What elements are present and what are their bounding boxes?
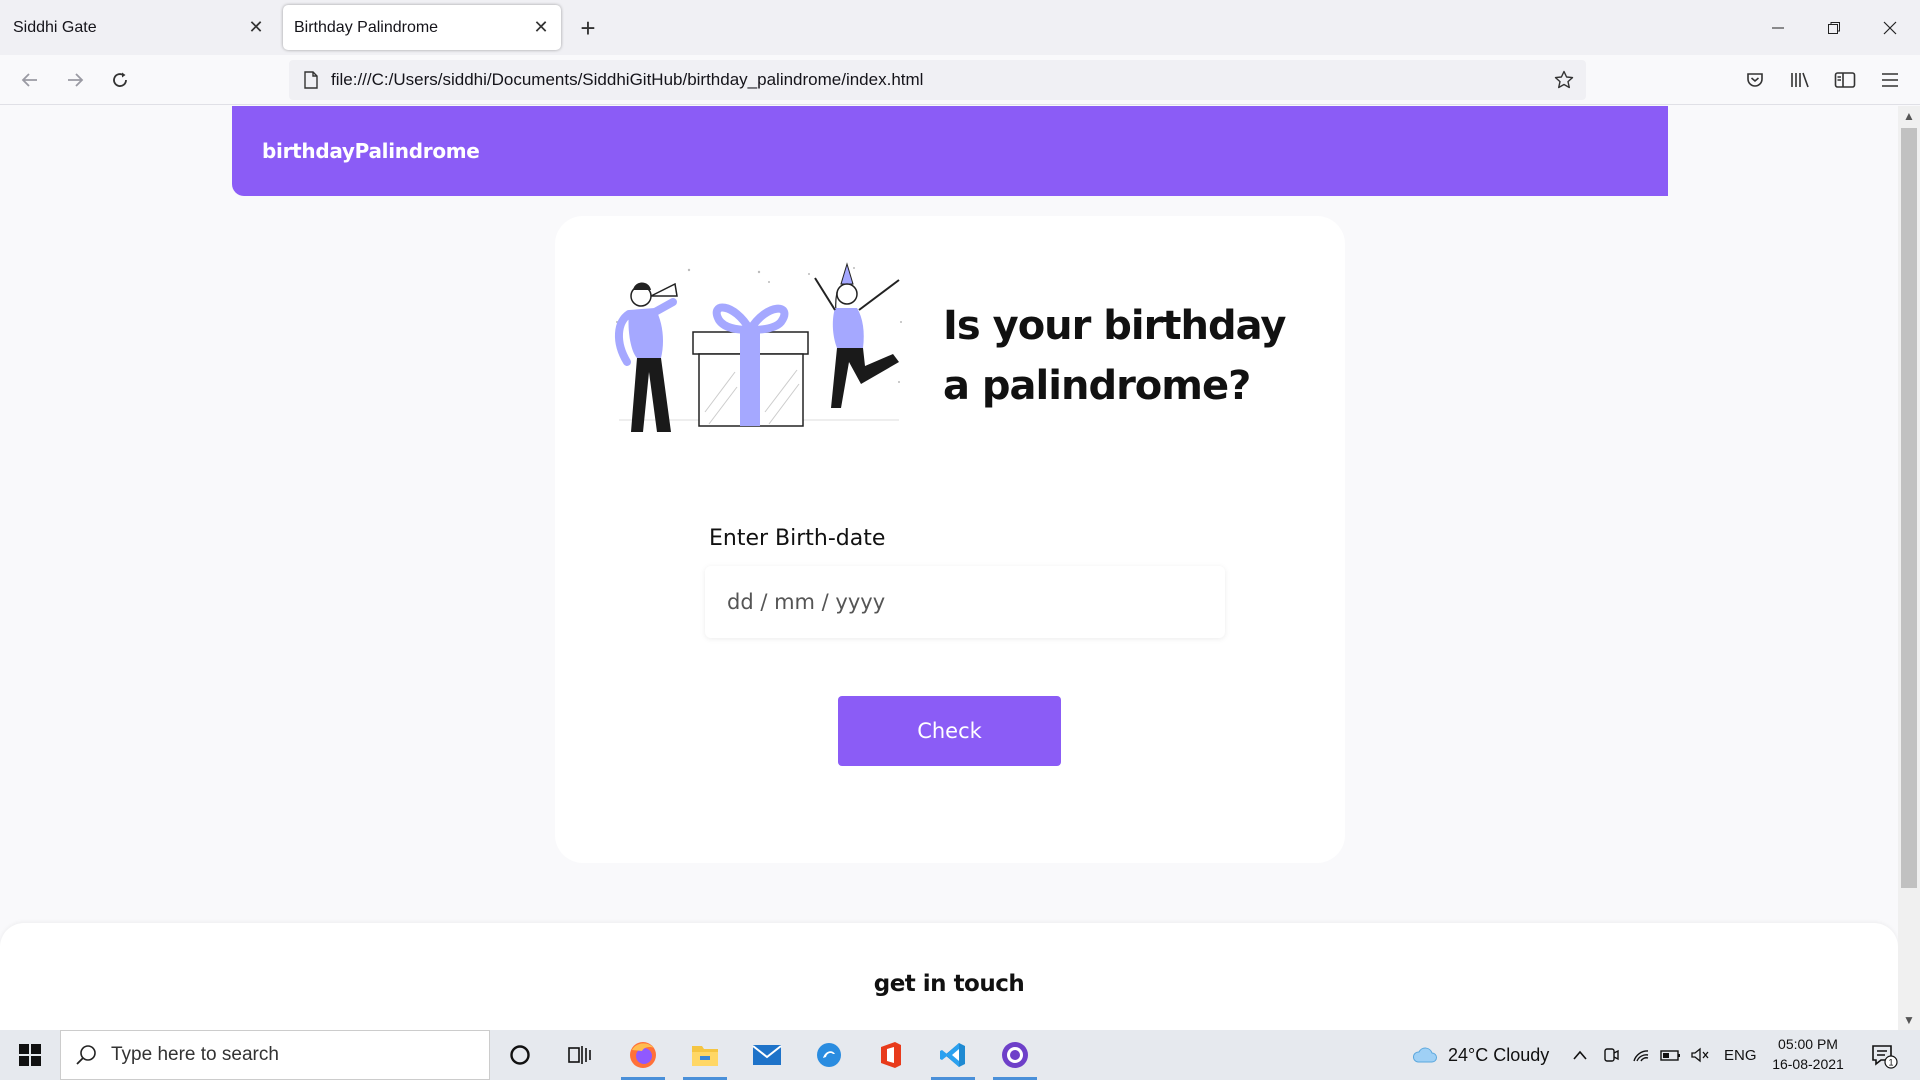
arrow-right-icon[interactable] bbox=[59, 64, 91, 96]
page-icon bbox=[291, 60, 331, 100]
notification-count: 1 bbox=[1888, 1058, 1893, 1068]
clock-time: 05:00 PM bbox=[1778, 1036, 1838, 1052]
windows-taskbar: 24°C Cloudy ENG 05:00 PM 16-08-2021 1 bbox=[0, 1030, 1920, 1080]
sidebar-icon[interactable] bbox=[1830, 65, 1860, 95]
tab-title: Birthday Palindrome bbox=[294, 18, 439, 36]
github-desktop-icon[interactable] bbox=[987, 1030, 1043, 1080]
pocket-icon[interactable] bbox=[1740, 65, 1770, 95]
wifi-icon[interactable] bbox=[1632, 1030, 1650, 1080]
input-language[interactable]: ENG bbox=[1724, 1030, 1757, 1080]
restore-window-icon[interactable] bbox=[1806, 0, 1862, 55]
new-tab-plus-icon[interactable]: + bbox=[572, 12, 604, 44]
site-brand[interactable]: birthdayPalindrome bbox=[262, 139, 480, 163]
taskbar-search[interactable] bbox=[60, 1030, 490, 1080]
clock-date: 16-08-2021 bbox=[1772, 1056, 1844, 1072]
browser-toolbar: file:///C:/Users/siddhi/Documents/Siddhi… bbox=[0, 55, 1920, 105]
hero-title: Is your birthday a palindrome? bbox=[943, 303, 1286, 409]
tab-close-icon[interactable]: ✕ bbox=[242, 14, 270, 42]
show-hidden-icons-icon[interactable] bbox=[1572, 1030, 1588, 1080]
search-icon bbox=[61, 1030, 111, 1080]
scroll-thumb[interactable] bbox=[1901, 128, 1917, 888]
taskbar-clock[interactable]: 05:00 PM 16-08-2021 bbox=[1768, 1034, 1848, 1074]
cloud-icon bbox=[1412, 1047, 1437, 1063]
tab-birthday-palindrome[interactable]: Birthday Palindrome ✕ bbox=[283, 5, 561, 50]
vscode-icon[interactable] bbox=[925, 1030, 981, 1080]
windows-start-icon[interactable] bbox=[10, 1035, 50, 1075]
file-explorer-icon[interactable] bbox=[677, 1030, 733, 1080]
url-bar[interactable]: file:///C:/Users/siddhi/Documents/Siddhi… bbox=[289, 60, 1586, 100]
url-text: file:///C:/Users/siddhi/Documents/Siddhi… bbox=[331, 70, 924, 89]
birthday-celebration-illustration bbox=[615, 262, 902, 432]
task-view-icon[interactable] bbox=[551, 1030, 607, 1080]
mail-icon[interactable] bbox=[739, 1030, 795, 1080]
footer-title: get in touch bbox=[873, 971, 1025, 997]
taskbar-search-input[interactable] bbox=[111, 1044, 471, 1066]
birthdate-input[interactable] bbox=[705, 566, 1225, 638]
tab-strip: Siddhi Gate ✕ Birthday Palindrome ✕ + bbox=[0, 0, 1920, 55]
birthdate-label: Enter Birth-date bbox=[709, 526, 886, 551]
notification-center-icon[interactable]: 1 bbox=[1864, 1038, 1904, 1074]
firefox-icon[interactable] bbox=[615, 1030, 671, 1080]
palindrome-card: Is your birthday a palindrome? Enter Bir… bbox=[555, 216, 1345, 863]
page-viewport: birthdayPalindrome Is your birthday a pa… bbox=[0, 106, 1898, 1030]
star-icon[interactable] bbox=[1550, 66, 1578, 94]
meet-now-icon[interactable] bbox=[1602, 1030, 1620, 1080]
arrow-left-icon[interactable] bbox=[14, 64, 46, 96]
site-footer: get in touch bbox=[0, 923, 1898, 1030]
tab-close-icon[interactable]: ✕ bbox=[527, 14, 555, 42]
close-window-icon[interactable] bbox=[1862, 0, 1918, 55]
battery-icon[interactable] bbox=[1660, 1030, 1682, 1080]
hamburger-menu-icon[interactable] bbox=[1875, 65, 1905, 95]
cortana-icon[interactable] bbox=[492, 1030, 548, 1080]
reload-icon[interactable] bbox=[104, 64, 136, 96]
library-icon[interactable] bbox=[1785, 65, 1815, 95]
weather-widget[interactable]: 24°C Cloudy bbox=[1412, 1030, 1549, 1080]
page-scrollbar[interactable]: ▲ ▼ bbox=[1898, 106, 1920, 1030]
tab-title: Siddhi Gate bbox=[13, 18, 97, 36]
edge-icon[interactable] bbox=[801, 1030, 857, 1080]
minimize-window-icon[interactable] bbox=[1750, 0, 1806, 55]
office-icon[interactable] bbox=[863, 1030, 919, 1080]
check-button[interactable]: Check bbox=[838, 696, 1061, 766]
scroll-up-icon[interactable]: ▲ bbox=[1898, 106, 1920, 126]
scroll-down-icon[interactable]: ▼ bbox=[1898, 1010, 1920, 1030]
weather-text: 24°C Cloudy bbox=[1448, 1044, 1550, 1065]
site-header: birthdayPalindrome bbox=[232, 106, 1668, 196]
tab-siddhi-gate[interactable]: Siddhi Gate ✕ bbox=[0, 5, 276, 50]
speaker-muted-icon[interactable] bbox=[1690, 1030, 1710, 1080]
